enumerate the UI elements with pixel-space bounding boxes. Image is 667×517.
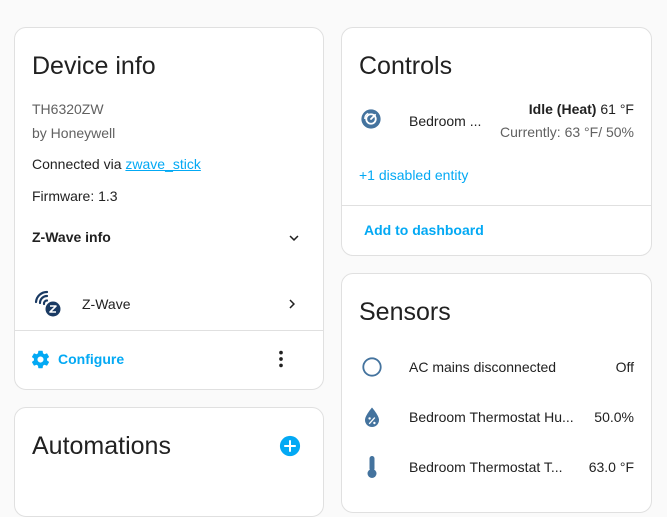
- sensor-name: Bedroom Thermostat Hu...: [409, 409, 574, 425]
- automations-card: Automations: [14, 407, 324, 517]
- sensor-row[interactable]: AC mains disconnected Off: [342, 352, 651, 382]
- sensor-row[interactable]: Bedroom Thermostat T... 63.0 °F: [342, 452, 651, 482]
- thermostat-entity-name: Bedroom ...: [409, 113, 482, 129]
- add-to-dashboard-button[interactable]: Add to dashboard: [364, 222, 484, 238]
- zwave-integration-row[interactable]: Z-Wave: [15, 284, 323, 324]
- firmware-version: Firmware: 1.3: [32, 188, 118, 204]
- device-info-card: Device info TH6320ZW by Honeywell Connec…: [14, 27, 324, 390]
- sensor-name: AC mains disconnected: [409, 359, 557, 375]
- thermostat-state: Idle (Heat) 61 °F: [529, 101, 634, 117]
- sensors-title: Sensors: [359, 298, 451, 326]
- chevron-down-icon: [289, 235, 299, 241]
- sensors-card: Sensors AC mains disconnected Off Bedroo…: [341, 273, 652, 513]
- sensor-value: Off: [615, 359, 634, 375]
- connected-via-label: Connected via: [32, 156, 122, 172]
- zwave-info-label: Z-Wave info: [32, 229, 111, 245]
- zwave-integration-label: Z-Wave: [82, 296, 131, 312]
- connected-via-link[interactable]: zwave_stick: [125, 156, 200, 172]
- thermostat-hvac-action: Idle (Heat): [528, 101, 597, 117]
- configure-button[interactable]: Configure: [27, 346, 157, 374]
- controls-card: Controls Bedroom ... Idle (Heat) 61 °F C…: [341, 27, 652, 256]
- add-automation-button[interactable]: [279, 435, 301, 457]
- controls-title: Controls: [359, 52, 453, 80]
- more-vertical-icon[interactable]: [270, 348, 292, 370]
- configure-label: Configure: [58, 351, 125, 367]
- controls-divider: [342, 205, 651, 206]
- zwave-logo-icon: [34, 290, 61, 317]
- thermostat-target-temp: 61 °F: [600, 101, 634, 117]
- gear-icon: [31, 350, 50, 369]
- circle-outline-icon: [362, 357, 382, 377]
- sensor-value: 50.0%: [594, 409, 634, 425]
- chevron-right-icon: [289, 299, 295, 309]
- disabled-entities-link[interactable]: +1 disabled entity: [359, 167, 468, 183]
- thermometer-icon: [367, 456, 377, 478]
- thermostat-current: Currently: 63 °F/ 50%: [500, 124, 634, 140]
- device-info-title: Device info: [32, 52, 156, 80]
- sensor-row[interactable]: Bedroom Thermostat Hu... 50.0%: [342, 402, 651, 432]
- thermostat-entity-row[interactable]: Bedroom ... Idle (Heat) 61 °F Currently:…: [342, 94, 651, 144]
- sensor-name: Bedroom Thermostat T...: [409, 459, 563, 475]
- sensor-value: 63.0 °F: [588, 459, 634, 475]
- device-info-divider: [15, 330, 323, 331]
- water-percent-icon: [365, 407, 379, 427]
- automations-title: Automations: [32, 432, 171, 460]
- device-model: TH6320ZW: [32, 101, 104, 117]
- connected-via: Connected via zwave_stick: [32, 156, 201, 172]
- zwave-info-expander[interactable]: Z-Wave info: [15, 218, 323, 258]
- thermostat-icon: [361, 109, 381, 129]
- device-manufacturer: by Honeywell: [32, 125, 116, 141]
